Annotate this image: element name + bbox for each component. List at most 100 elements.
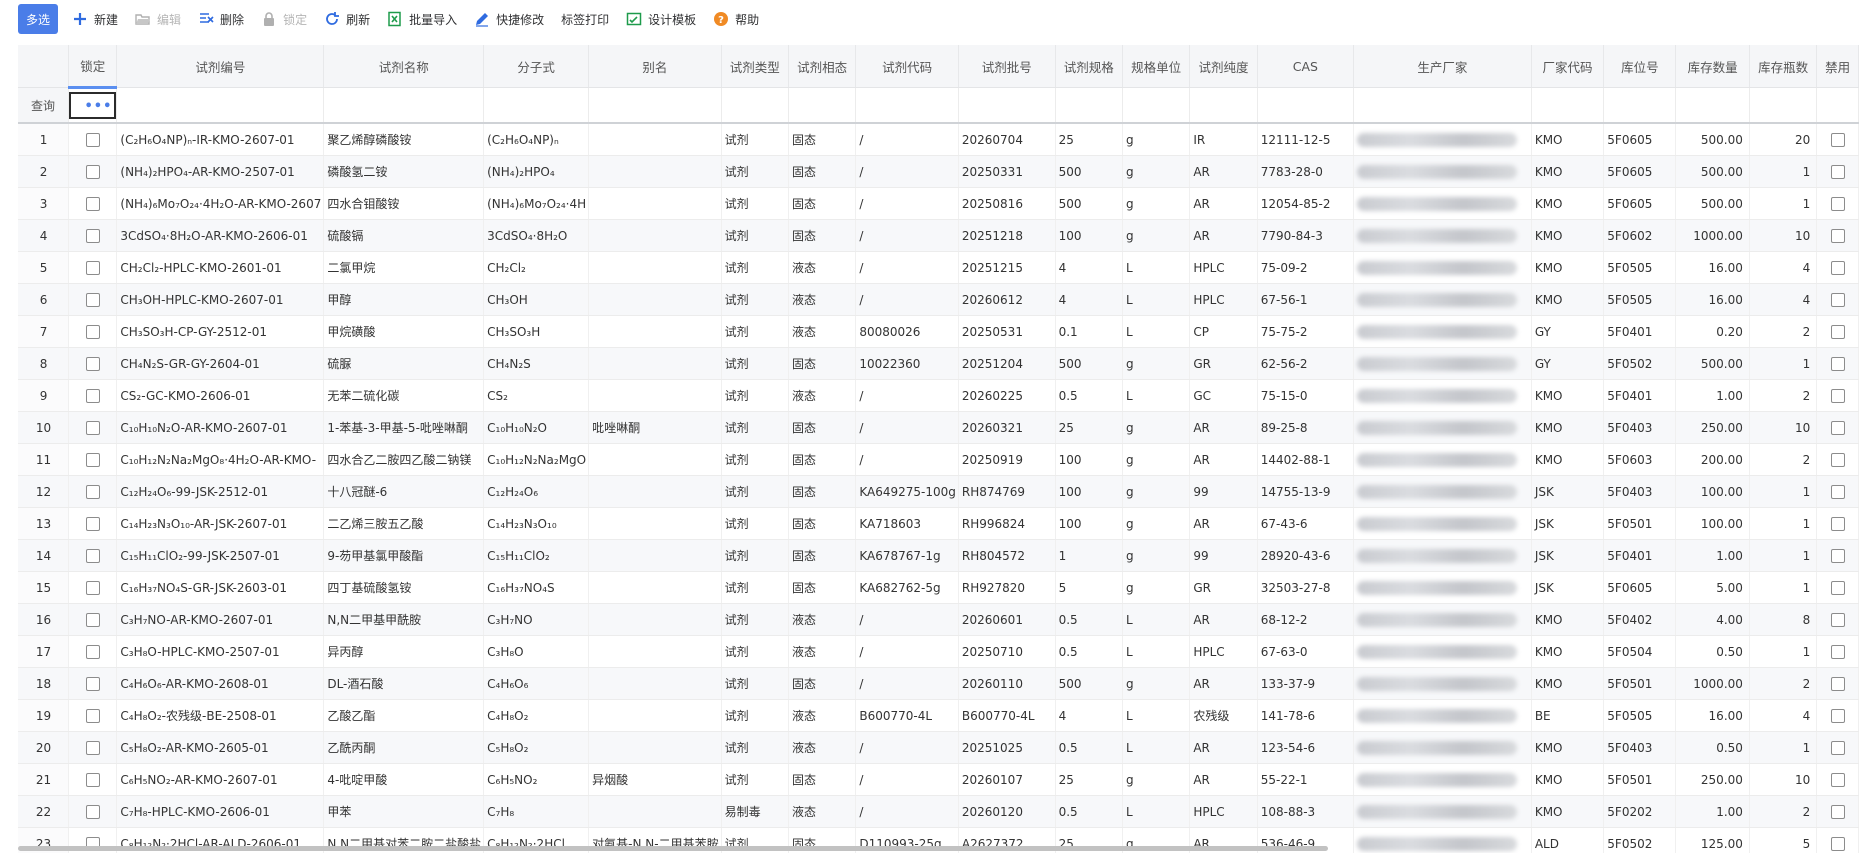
disable-cell[interactable] xyxy=(1816,795,1859,828)
column-header[interactable]: 试剂相态 xyxy=(788,45,857,88)
table-row[interactable]: 5 CH₂Cl₂-HPLC-KMO-2601-01 二氯甲烷 CH₂Cl₂ 试剂 液态/2… xyxy=(18,251,1859,284)
table-row[interactable]: 8 CH₄N₂S-GR-GY-2604-01 硫脲 CH₄N₂S 试剂 固态 1002236… xyxy=(18,347,1859,380)
disable-checkbox[interactable] xyxy=(1831,612,1846,627)
table-row[interactable]: 14 C₁₅H₁₁ClO₂-99-JSK-2507-01 9-芴甲基氯甲酸酯 C₁₅H… xyxy=(18,539,1859,572)
lock-checkbox[interactable] xyxy=(86,228,101,243)
disable-cell[interactable] xyxy=(1816,411,1859,444)
disable-checkbox[interactable] xyxy=(1831,388,1846,403)
lock-checkbox[interactable] xyxy=(86,132,101,147)
disable-checkbox[interactable] xyxy=(1831,772,1846,787)
disable-cell[interactable] xyxy=(1816,187,1859,220)
lock-cell[interactable] xyxy=(68,475,118,508)
lock-checkbox[interactable] xyxy=(86,484,101,499)
column-header[interactable]: 别名 xyxy=(588,45,722,88)
quick-edit-button[interactable]: 快捷修改 xyxy=(474,11,544,28)
label-print-button[interactable]: 标签打印 xyxy=(561,11,609,28)
disable-checkbox[interactable] xyxy=(1831,580,1846,595)
filter-cell[interactable] xyxy=(855,87,959,124)
filter-cell[interactable] xyxy=(1675,87,1750,124)
lock-checkbox[interactable] xyxy=(86,420,101,435)
lock-cell[interactable] xyxy=(68,763,118,796)
disable-cell[interactable] xyxy=(1816,443,1859,476)
lock-checkbox[interactable] xyxy=(86,772,101,787)
column-header[interactable]: 试剂名称 xyxy=(323,45,485,88)
help-button[interactable]: ? 帮助 xyxy=(713,11,759,28)
filter-cell[interactable] xyxy=(483,87,590,124)
lock-checkbox[interactable] xyxy=(86,708,101,723)
horizontal-scrollbar[interactable] xyxy=(18,846,1328,851)
disable-checkbox[interactable] xyxy=(1831,356,1846,371)
column-header[interactable]: 规格单位 xyxy=(1122,45,1191,88)
table-row[interactable]: 4 3CdSO₄·8H₂O-AR-KMO-2606-01 硫酸镉 3CdSO₄·8H₂… xyxy=(18,219,1859,252)
disable-cell[interactable] xyxy=(1816,571,1859,604)
table-row[interactable]: 21 C₆H₅NO₂-AR-KMO-2607-01 4-吡啶甲酸 C₆H₅NO₂ 异烟酸… xyxy=(18,763,1859,796)
column-header[interactable]: 试剂批号 xyxy=(958,45,1056,88)
table-row[interactable]: 9 CS₂-GC-KMO-2606-01 无苯二硫化碳 CS₂ 试剂 液态/2026022… xyxy=(18,379,1859,412)
lock-cell[interactable] xyxy=(68,251,118,284)
column-header[interactable]: 厂家代码 xyxy=(1531,45,1605,88)
table-row[interactable]: 13 C₁₄H₂₃N₃O₁₀-AR-JSK-2607-01 二乙烯三胺五乙酸 C₁₄H… xyxy=(18,507,1859,540)
disable-cell[interactable] xyxy=(1816,667,1859,700)
lock-cell[interactable] xyxy=(68,635,118,668)
lock-checkbox[interactable] xyxy=(86,580,101,595)
lock-checkbox[interactable] xyxy=(86,452,101,467)
disable-checkbox[interactable] xyxy=(1831,196,1846,211)
edit-button[interactable]: 编辑 xyxy=(135,11,181,28)
design-template-button[interactable]: 设计模板 xyxy=(626,11,696,28)
disable-cell[interactable] xyxy=(1816,315,1859,348)
disable-cell[interactable] xyxy=(1816,699,1859,732)
lock-checkbox[interactable] xyxy=(86,516,101,531)
column-header[interactable]: 锁定 xyxy=(68,45,118,89)
filter-cell[interactable] xyxy=(1353,87,1532,124)
filter-cell[interactable] xyxy=(1603,87,1677,124)
lock-checkbox[interactable] xyxy=(86,548,101,563)
table-row[interactable]: 22 C₇H₈-HPLC-KMO-2606-01 甲苯 C₇H₈ 易制毒 液态/20260… xyxy=(18,795,1859,828)
table-row[interactable]: 16 C₃H₇NO-AR-KMO-2607-01 N,N二甲基甲酰胺 C₃H₇NO 试剂… xyxy=(18,603,1859,636)
table-row[interactable]: 3 (NH₄)₆Mo₇O₂₄·4H₂O-AR-KMO-2607 四水合钼酸铵 (NH₄… xyxy=(18,187,1859,220)
filter-cell[interactable] xyxy=(588,87,722,124)
table-row[interactable]: 1 (C₂H₆O₄NP)ₙ-IR-KMO-2607-01 聚乙烯醇磷酸铵 (C₂H₆O… xyxy=(18,123,1859,156)
filter-cell[interactable] xyxy=(1055,87,1123,124)
lock-cell[interactable] xyxy=(68,123,118,156)
lock-checkbox[interactable] xyxy=(86,804,101,819)
filter-cell[interactable] xyxy=(1816,87,1859,124)
table-row[interactable]: 6 CH₃OH-HPLC-KMO-2607-01 甲醇 CH₃OH 试剂 液态/20260… xyxy=(18,283,1859,316)
lock-cell[interactable] xyxy=(68,507,118,540)
lock-checkbox[interactable] xyxy=(86,324,101,339)
filter-cell[interactable] xyxy=(1257,87,1354,124)
column-header[interactable]: 试剂规格 xyxy=(1055,45,1123,88)
disable-checkbox[interactable] xyxy=(1831,484,1846,499)
disable-cell[interactable] xyxy=(1816,123,1859,156)
filter-cell[interactable] xyxy=(958,87,1056,124)
lock-cell[interactable] xyxy=(68,315,118,348)
table-row[interactable]: 7 CH₃SO₃H-CP-GY-2512-01 甲烷磺酸 CH₃SO₃H 试剂 液态 800… xyxy=(18,315,1859,348)
column-header[interactable]: 试剂纯度 xyxy=(1189,45,1258,88)
lock-checkbox[interactable] xyxy=(86,612,101,627)
disable-cell[interactable] xyxy=(1816,731,1859,764)
disable-cell[interactable] xyxy=(1816,475,1859,508)
disable-cell[interactable] xyxy=(1816,763,1859,796)
filter-cell[interactable] xyxy=(1531,87,1605,124)
disable-checkbox[interactable] xyxy=(1831,676,1846,691)
lock-cell[interactable] xyxy=(68,155,118,188)
disable-checkbox[interactable] xyxy=(1831,164,1846,179)
disable-checkbox[interactable] xyxy=(1831,420,1846,435)
filter-cell[interactable] xyxy=(1189,87,1258,124)
lock-checkbox[interactable] xyxy=(86,644,101,659)
column-header[interactable]: 试剂类型 xyxy=(721,45,789,88)
batch-import-button[interactable]: 批量导入 xyxy=(387,11,457,28)
lock-cell[interactable] xyxy=(68,539,118,572)
more-options-icon[interactable]: ••• xyxy=(84,99,112,114)
lock-checkbox[interactable] xyxy=(86,196,101,211)
filter-lock-cell[interactable]: ••• xyxy=(68,87,118,124)
disable-cell[interactable] xyxy=(1816,155,1859,188)
disable-checkbox[interactable] xyxy=(1831,548,1846,563)
lock-checkbox[interactable] xyxy=(86,740,101,755)
disable-checkbox[interactable] xyxy=(1831,452,1846,467)
disable-checkbox[interactable] xyxy=(1831,260,1846,275)
disable-cell[interactable] xyxy=(1816,603,1859,636)
table-row[interactable]: 11 C₁₀H₁₂N₂Na₂MgO₈·4H₂O-AR-KMO- 四水合乙二胺四乙酸二… xyxy=(18,443,1859,476)
disable-cell[interactable] xyxy=(1816,379,1859,412)
disable-checkbox[interactable] xyxy=(1831,708,1846,723)
disable-cell[interactable] xyxy=(1816,827,1859,853)
